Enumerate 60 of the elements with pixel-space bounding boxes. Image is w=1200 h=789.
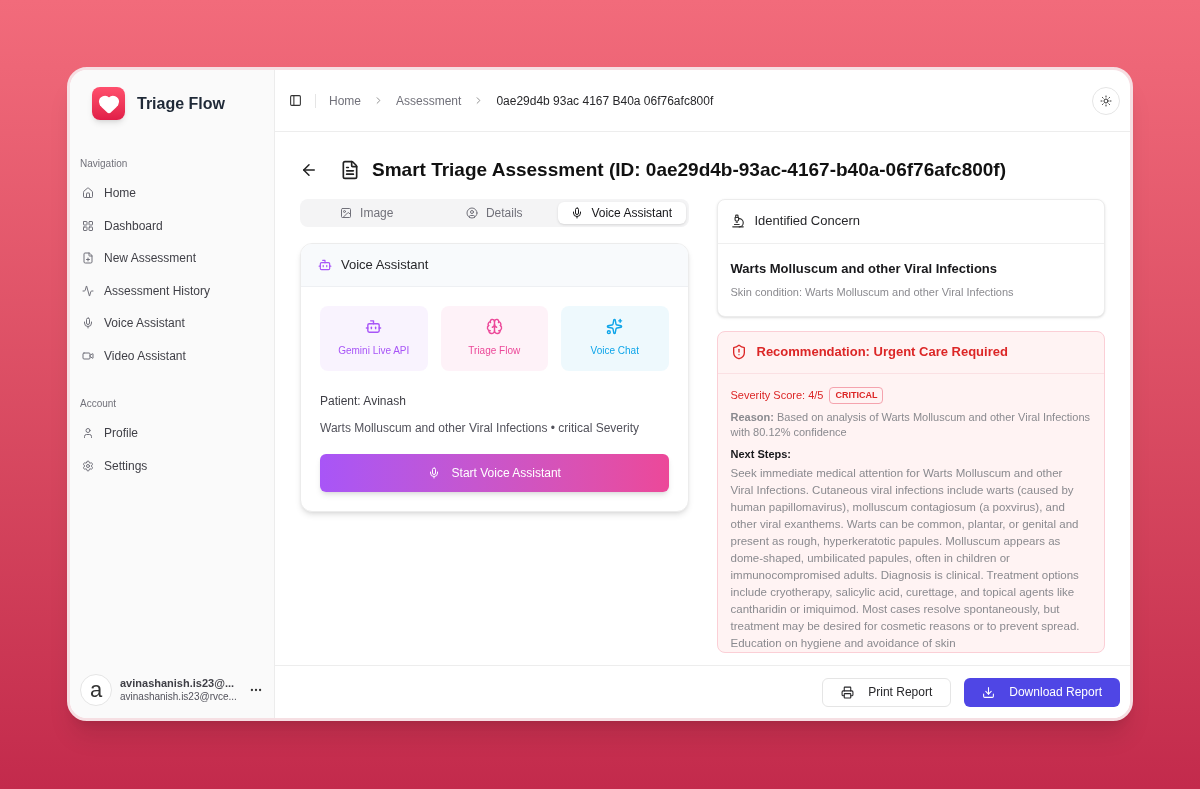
feature-label: Gemini Live API bbox=[338, 344, 410, 358]
tab[interactable]: Details bbox=[430, 201, 558, 224]
page-title: Smart Triage Assessment (ID: 0ae29d4b-93ac-4167-b40a-06f76afc800f) bbox=[372, 158, 1006, 182]
nav-item[interactable]: Video Assistant bbox=[70, 339, 274, 372]
severity-badge: CRITICAL bbox=[829, 386, 884, 404]
video-icon bbox=[82, 349, 94, 362]
condition-name: Warts Molluscum and other Viral Infections bbox=[730, 259, 999, 278]
document-icon bbox=[340, 160, 360, 181]
card-title: Identified Concern bbox=[754, 212, 860, 231]
user-circle-icon bbox=[465, 206, 478, 219]
home-icon bbox=[82, 187, 94, 200]
nav-item[interactable]: Profile bbox=[70, 417, 274, 450]
severity-score: Severity Score: 4/5 bbox=[730, 388, 824, 403]
app-name: Triage Flow bbox=[137, 93, 225, 114]
image-icon bbox=[340, 206, 353, 219]
grid-icon bbox=[82, 219, 94, 232]
microscope-icon bbox=[730, 214, 745, 228]
start-voice-assistant-button[interactable]: Start Voice Assistant bbox=[320, 453, 669, 492]
card-title: Recommendation: Urgent Care Required bbox=[756, 343, 1008, 362]
user-icon bbox=[82, 427, 94, 440]
next-steps-label: Next Steps: bbox=[730, 447, 793, 462]
condition-detail: Skin condition: Warts Molluscum and other Viral Infections bbox=[730, 285, 1015, 300]
card-title: Voice Assistant bbox=[341, 255, 429, 274]
tab[interactable]: Voice Assistant bbox=[558, 201, 686, 224]
section-label: Navigation bbox=[79, 157, 129, 171]
nav-item[interactable]: Assessment History bbox=[70, 274, 274, 307]
shield-alert-icon bbox=[730, 344, 747, 360]
reason-text: Reason: Based on analysis of Warts Molluscum and other Viral Infections with 80.12% confidence bbox=[730, 410, 1091, 440]
patient-name: Patient: Avinash bbox=[320, 392, 407, 410]
section-label: Account bbox=[79, 397, 118, 411]
feature-label: Voice Chat bbox=[590, 344, 639, 358]
breadcrumb-item: 0ae29d4b 93ac 4167 B40a 06f76afc800f bbox=[496, 92, 714, 110]
sun-icon bbox=[1100, 94, 1112, 107]
activity-icon bbox=[82, 284, 94, 297]
user-email: avinashanish.is23@rvce... bbox=[120, 690, 237, 704]
tab[interactable]: Image bbox=[303, 201, 431, 224]
nav-item[interactable]: Voice Assistant bbox=[70, 307, 274, 340]
nav-item[interactable]: Home bbox=[70, 177, 274, 210]
download-report-button[interactable]: Download Report bbox=[964, 677, 1120, 707]
microphone-icon bbox=[82, 317, 94, 330]
settings-icon bbox=[82, 459, 94, 472]
breadcrumb-item[interactable]: Assessment bbox=[396, 91, 462, 110]
robot-icon bbox=[318, 257, 332, 272]
user-avatar: a bbox=[80, 674, 112, 706]
file-plus-icon bbox=[82, 252, 94, 265]
microphone-icon bbox=[427, 466, 440, 479]
nav-item[interactable]: New Assessment bbox=[70, 242, 274, 275]
nav-item[interactable]: Settings bbox=[70, 449, 274, 482]
printer-icon bbox=[841, 685, 855, 699]
download-icon bbox=[982, 685, 996, 699]
condition-summary: Warts Molluscum and other Viral Infections • critical Severity bbox=[320, 419, 640, 437]
nav-item[interactable]: Dashboard bbox=[70, 209, 274, 242]
feature-label: Triage Flow bbox=[468, 344, 521, 358]
logo-icon bbox=[92, 87, 125, 120]
microphone-icon bbox=[571, 206, 584, 219]
user-name: avinashanish.is23@... bbox=[120, 676, 236, 691]
breadcrumb-item[interactable]: Home bbox=[329, 91, 361, 110]
print-report-button[interactable]: Print Report bbox=[822, 677, 952, 707]
next-steps-text: Seek immediate medical attention for Warts Molluscum and other Viral Infections. Cutaneous viral infections include warts (caused by human papillomavirus), molluscum contagiosum (a poxvirus), and other viral exanthems. Warts can be common, plantar, or genital and present as rough, hyperkeratotic papules. Molluscum appears as dome-shaped, umbilicated papules, often in children or immunocompromised adults. Diagnosis is clinical. Treatment options include cryotherapy, salicylic acid, curettage, and topical agents like cantharidin or imiquimod. Most cases resolve spontaneously, but treatment may be desired for cosmetic reasons or to prevent spread. Education on hygiene and avoidance of skin bbox=[730, 465, 1081, 651]
sidebar-toggle-icon[interactable] bbox=[289, 94, 302, 107]
